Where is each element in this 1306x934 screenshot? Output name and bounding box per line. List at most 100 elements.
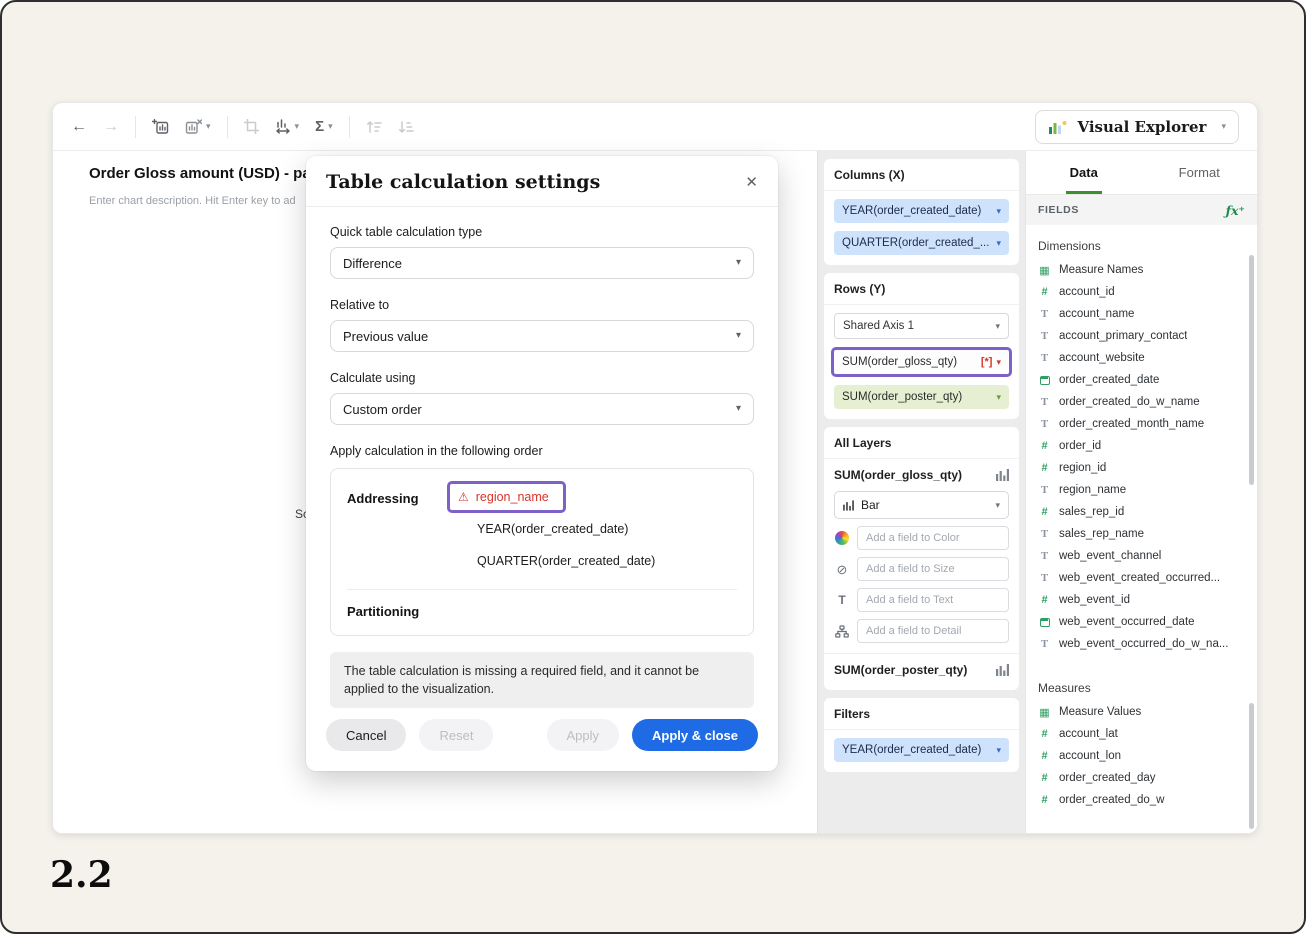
calculate-using-value: Custom order: [343, 402, 422, 417]
aggregate-button[interactable]: Σ ▾: [315, 118, 333, 135]
field-item[interactable]: web_event_occurred_do_w_na...: [1026, 633, 1257, 655]
field-name: region_name: [1059, 484, 1126, 496]
columns-pill-quarter-order-created-date[interactable]: QUARTER(order_created_... ▾: [834, 231, 1009, 255]
field-item[interactable]: account_lat: [1026, 723, 1257, 745]
sort-ascending-icon[interactable]: [366, 119, 382, 135]
field-name: order_id: [1059, 440, 1101, 452]
all-layers-title: All Layers: [824, 427, 1019, 459]
field-item[interactable]: web_event_created_occurred...: [1026, 567, 1257, 589]
chevron-down-icon[interactable]: ▾: [996, 358, 1001, 367]
field-item[interactable]: web_event_id: [1026, 589, 1257, 611]
chevron-down-icon[interactable]: ▾: [996, 746, 1001, 755]
back-icon[interactable]: ←: [71, 119, 87, 135]
field-name: order_created_day: [1059, 772, 1156, 784]
field-item[interactable]: account_lon: [1026, 745, 1257, 767]
field-item[interactable]: region_name: [1026, 479, 1257, 501]
filters-shelf: Filters YEAR(order_created_date) ▾: [824, 698, 1019, 772]
field-name: account_name: [1059, 308, 1134, 320]
field-name: sales_rep_name: [1059, 528, 1144, 540]
shelf-panel: Columns (X) YEAR(order_created_date) ▾ Q…: [817, 151, 1025, 834]
shared-axis-pill[interactable]: Shared Axis 1 ▾: [834, 313, 1009, 339]
pill-label: YEAR(order_created_date): [842, 205, 992, 217]
close-icon[interactable]: ✕: [745, 175, 758, 190]
fields-header: FIELDS ƒx⁺: [1026, 195, 1257, 225]
field-item[interactable]: account_name: [1026, 303, 1257, 325]
number-icon: [1038, 462, 1051, 474]
sort-descending-icon[interactable]: [398, 119, 414, 135]
chevron-down-icon[interactable]: ▾: [995, 322, 1000, 331]
fields-label: FIELDS: [1038, 204, 1079, 216]
add-field-to-text-input[interactable]: [857, 588, 1009, 612]
apply-button[interactable]: Apply: [547, 719, 620, 751]
apply-and-close-button[interactable]: Apply & close: [632, 719, 758, 751]
addressing-item-year[interactable]: YEAR(order_created_date): [447, 513, 737, 545]
visual-explorer-button[interactable]: Visual Explorer ▾: [1035, 110, 1239, 144]
add-element-icon[interactable]: [152, 119, 169, 135]
columns-shelf-title: Columns (X): [824, 159, 1019, 191]
field-item[interactable]: sales_rep_name: [1026, 523, 1257, 545]
tab-data[interactable]: Data: [1026, 151, 1142, 194]
chevron-down-icon[interactable]: ▾: [996, 393, 1001, 402]
field-item[interactable]: sales_rep_id: [1026, 501, 1257, 523]
number-icon: [1038, 728, 1051, 740]
field-item[interactable]: order_created_day: [1026, 767, 1257, 789]
field-item[interactable]: order_created_date: [1026, 369, 1257, 391]
field-item[interactable]: web_event_occurred_date: [1026, 611, 1257, 633]
tab-format[interactable]: Format: [1142, 151, 1258, 194]
addressing-item-region-name[interactable]: ⚠ region_name: [447, 481, 566, 513]
chevron-down-icon[interactable]: ▾: [996, 207, 1001, 216]
calculate-using-select[interactable]: Custom order ▾: [330, 393, 754, 425]
field-item[interactable]: web_event_channel: [1026, 545, 1257, 567]
data-panel: Data Format FIELDS ƒx⁺ Dimensions Measur…: [1025, 151, 1257, 834]
size-icon: ⊘: [834, 563, 850, 576]
forward-icon[interactable]: →: [103, 119, 119, 135]
field-item[interactable]: Measure Names: [1026, 259, 1257, 281]
add-calculated-field-icon[interactable]: ƒx⁺: [1226, 203, 1245, 218]
detail-icon: [834, 625, 850, 638]
chart-description-placeholder[interactable]: Enter chart description. Hit Enter key t…: [89, 195, 296, 207]
field-item[interactable]: region_id: [1026, 457, 1257, 479]
layer-sum-order-poster-qty[interactable]: SUM(order_poster_qty): [824, 654, 1019, 680]
field-name: order_created_date: [1059, 374, 1159, 386]
chevron-down-icon[interactable]: ▾: [996, 239, 1001, 248]
field-item[interactable]: order_created_month_name: [1026, 413, 1257, 435]
chevron-down-icon: ▾: [295, 122, 300, 131]
filters-title: Filters: [824, 698, 1019, 730]
field-name: order_created_do_w: [1059, 794, 1165, 806]
crop-icon[interactable]: [244, 119, 259, 134]
mark-type-select[interactable]: Bar ▾: [834, 491, 1009, 519]
add-field-to-color-input[interactable]: [857, 526, 1009, 550]
field-item[interactable]: order_created_do_w: [1026, 789, 1257, 811]
chart-title[interactable]: Order Gloss amount (USD) - pane: [89, 165, 328, 182]
measures-scrollbar[interactable]: [1249, 703, 1254, 829]
addressing-item-quarter[interactable]: QUARTER(order_created_date): [447, 545, 737, 577]
layer-sum-order-gloss-qty[interactable]: SUM(order_gloss_qty): [824, 459, 1019, 485]
clear-element-button[interactable]: ▾: [185, 119, 211, 135]
add-field-to-detail-input[interactable]: [857, 619, 1009, 643]
relative-to-select[interactable]: Previous value ▾: [330, 320, 754, 352]
number-icon: [1038, 286, 1051, 298]
rows-pill-sum-order-gloss-qty[interactable]: SUM(order_gloss_qty) [*] ▾: [831, 347, 1012, 377]
measure-names-icon: [1038, 264, 1051, 277]
bar-chart-icon: [996, 469, 1009, 481]
calc-type-select[interactable]: Difference ▾: [330, 247, 754, 279]
cancel-button[interactable]: Cancel: [326, 719, 406, 751]
field-item[interactable]: account_primary_contact: [1026, 325, 1257, 347]
field-item[interactable]: account_id: [1026, 281, 1257, 303]
calendar-icon: [1040, 376, 1050, 385]
chart-type-button[interactable]: ▾: [275, 119, 300, 135]
reset-button[interactable]: Reset: [419, 719, 493, 751]
dimensions-scrollbar[interactable]: [1249, 255, 1254, 485]
measures-label: Measures: [1026, 655, 1257, 701]
add-field-to-size-input[interactable]: [857, 557, 1009, 581]
chevron-down-icon: ▾: [328, 122, 333, 131]
rows-shelf: Rows (Y) Shared Axis 1 ▾ SUM(order_gloss…: [824, 273, 1019, 419]
field-item[interactable]: order_created_do_w_name: [1026, 391, 1257, 413]
filter-pill-year-order-created-date[interactable]: YEAR(order_created_date) ▾: [834, 738, 1009, 762]
chevron-down-icon[interactable]: ▾: [995, 501, 1000, 510]
columns-pill-year-order-created-date[interactable]: YEAR(order_created_date) ▾: [834, 199, 1009, 223]
field-item[interactable]: Measure Values: [1026, 701, 1257, 723]
rows-pill-sum-order-poster-qty[interactable]: SUM(order_poster_qty) ▾: [834, 385, 1009, 409]
field-item[interactable]: account_website: [1026, 347, 1257, 369]
field-item[interactable]: order_id: [1026, 435, 1257, 457]
